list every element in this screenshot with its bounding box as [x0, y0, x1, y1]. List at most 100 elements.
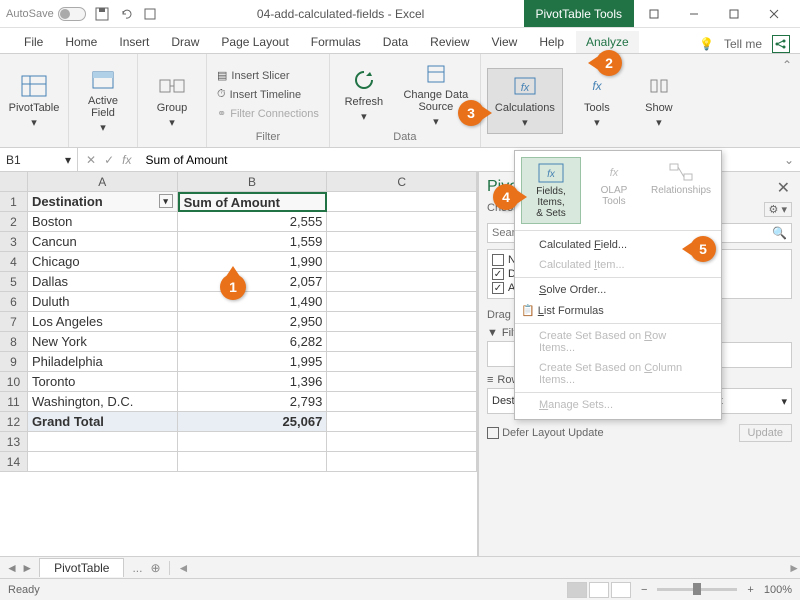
zoom-slider[interactable]: [657, 588, 737, 591]
tab-formulas[interactable]: Formulas: [301, 31, 371, 53]
cell[interactable]: Washington, D.C.: [28, 392, 178, 412]
pivottable-button[interactable]: PivotTable ▾: [6, 68, 62, 134]
cell[interactable]: 2,793: [178, 392, 328, 412]
cell[interactable]: Dallas: [28, 272, 178, 292]
cell[interactable]: [327, 332, 477, 352]
tab-draw[interactable]: Draw: [161, 31, 209, 53]
row-header[interactable]: 2: [0, 212, 28, 232]
cell[interactable]: 2,950: [178, 312, 328, 332]
cell[interactable]: 2,057: [178, 272, 328, 292]
filter-dropdown-icon[interactable]: ▾: [159, 194, 173, 208]
checkbox-icon[interactable]: ✓: [492, 282, 504, 294]
chevron-down-icon[interactable]: ▾: [781, 395, 787, 408]
cell[interactable]: Los Angeles: [28, 312, 178, 332]
zoom-out-icon[interactable]: −: [641, 584, 647, 596]
cell[interactable]: 2,555: [178, 212, 328, 232]
refresh-button[interactable]: Refresh ▾: [336, 62, 392, 128]
collapse-ribbon-icon[interactable]: ⌃: [774, 54, 800, 147]
tab-view[interactable]: View: [482, 31, 528, 53]
minimize-button[interactable]: [674, 0, 714, 28]
cell[interactable]: [327, 372, 477, 392]
cell[interactable]: 1,990: [178, 252, 328, 272]
checkbox-icon[interactable]: [487, 427, 499, 439]
select-all-corner[interactable]: [0, 172, 28, 192]
cell[interactable]: [327, 212, 477, 232]
cell[interactable]: [327, 192, 477, 212]
cell[interactable]: 1,396: [178, 372, 328, 392]
row-header[interactable]: 3: [0, 232, 28, 252]
cell[interactable]: 6,282: [178, 332, 328, 352]
cell[interactable]: [327, 272, 477, 292]
grid-body[interactable]: 1Destination▾Sum of Amount2Boston2,5553C…: [0, 192, 477, 556]
tab-file[interactable]: File: [14, 31, 53, 53]
cell[interactable]: [178, 452, 328, 472]
tab-help[interactable]: Help: [529, 31, 574, 53]
cell[interactable]: [327, 352, 477, 372]
cell[interactable]: [327, 292, 477, 312]
autosave-toggle[interactable]: [58, 7, 86, 21]
row-header[interactable]: 1: [0, 192, 28, 212]
col-header-c[interactable]: C: [327, 172, 477, 192]
tell-me-icon[interactable]: 💡: [699, 37, 714, 51]
sheet-tab-overflow[interactable]: ...⊕: [124, 561, 168, 575]
undo-icon[interactable]: [118, 6, 134, 22]
enter-icon[interactable]: ✓: [104, 153, 114, 167]
insert-timeline-button[interactable]: ⏱Insert Timeline: [213, 86, 323, 103]
close-panel-icon[interactable]: ✕: [777, 178, 790, 198]
ribbon-options-icon[interactable]: [634, 0, 674, 28]
cell[interactable]: Duluth: [28, 292, 178, 312]
row-header[interactable]: 13: [0, 432, 28, 452]
tell-me-label[interactable]: Tell me: [724, 37, 762, 51]
cell[interactable]: 1,995: [178, 352, 328, 372]
row-header[interactable]: 9: [0, 352, 28, 372]
activefield-button[interactable]: Active Field ▾: [75, 68, 131, 134]
zoom-in-icon[interactable]: +: [747, 584, 753, 596]
cell[interactable]: 1,490: [178, 292, 328, 312]
row-header[interactable]: 14: [0, 452, 28, 472]
cell[interactable]: Grand Total: [28, 412, 178, 432]
tools-button[interactable]: fx Tools ▾: [569, 68, 625, 134]
add-sheet-icon[interactable]: ⊕: [150, 561, 160, 575]
fields-items-sets-button[interactable]: fx Fields, Items, & Sets: [521, 157, 581, 224]
cell[interactable]: New York: [28, 332, 178, 352]
close-button[interactable]: [754, 0, 794, 28]
col-header-b[interactable]: B: [178, 172, 328, 192]
cell[interactable]: [327, 312, 477, 332]
group-button[interactable]: Group ▾: [144, 68, 200, 134]
normal-view-button[interactable]: [567, 582, 587, 598]
insert-slicer-button[interactable]: ▤Insert Slicer: [213, 67, 323, 84]
row-header[interactable]: 5: [0, 272, 28, 292]
row-header[interactable]: 6: [0, 292, 28, 312]
cell[interactable]: [327, 452, 477, 472]
cell[interactable]: Philadelphia: [28, 352, 178, 372]
row-header[interactable]: 12: [0, 412, 28, 432]
tab-pagelayout[interactable]: Page Layout: [211, 31, 298, 53]
cell[interactable]: Boston: [28, 212, 178, 232]
cell[interactable]: Sum of Amount: [178, 192, 328, 212]
tab-insert[interactable]: Insert: [109, 31, 159, 53]
horizontal-scrollbar[interactable]: ◄ ►: [169, 561, 800, 575]
col-header-a[interactable]: A: [28, 172, 178, 192]
tab-review[interactable]: Review: [420, 31, 479, 53]
update-button[interactable]: Update: [739, 424, 792, 442]
share-icon[interactable]: [772, 35, 790, 53]
cell[interactable]: 25,067: [178, 412, 328, 432]
calculations-button[interactable]: fx Calculations ▾: [487, 68, 563, 134]
row-header[interactable]: 10: [0, 372, 28, 392]
cell[interactable]: Cancun: [28, 232, 178, 252]
autosave-control[interactable]: AutoSave: [6, 7, 86, 21]
chevron-down-icon[interactable]: ▾: [65, 153, 71, 167]
tab-home[interactable]: Home: [55, 31, 107, 53]
cell[interactable]: [28, 432, 178, 452]
checkbox-icon[interactable]: ✓: [492, 268, 504, 280]
cell[interactable]: [327, 392, 477, 412]
menu-solve-order[interactable]: Solve Order...: [515, 280, 721, 300]
show-button[interactable]: Show ▾: [631, 68, 687, 134]
fx-icon[interactable]: fx: [122, 153, 131, 167]
cell[interactable]: Chicago: [28, 252, 178, 272]
gear-icon[interactable]: ⚙ ▾: [764, 202, 792, 217]
save-icon[interactable]: [94, 6, 110, 22]
checkbox-icon[interactable]: [492, 254, 504, 266]
cell[interactable]: Toronto: [28, 372, 178, 392]
row-header[interactable]: 8: [0, 332, 28, 352]
